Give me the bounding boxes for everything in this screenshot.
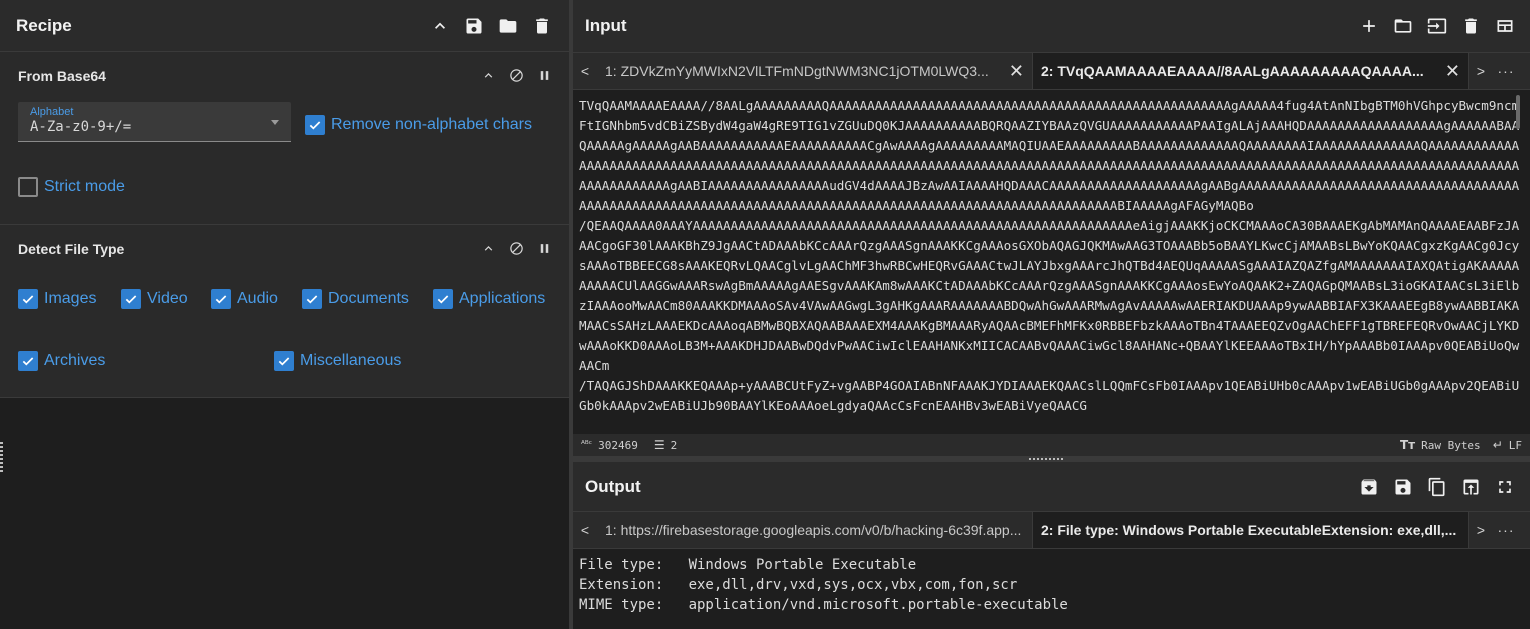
save-icon[interactable] [1392,476,1414,498]
documents-checkbox[interactable]: Documents [302,289,409,309]
archives-checkbox[interactable]: Archives [18,351,105,371]
output-tabs: < 1: https://firebasestorage.googleapis.… [573,511,1530,549]
checkbox-label: Remove non-alphabet chars [331,116,533,133]
close-icon[interactable]: ✕ [1445,61,1460,82]
tab-label: 1: https://firebasestorage.googleapis.co… [605,522,1022,538]
video-checkbox[interactable]: Video [121,289,188,309]
checkbox-checked-icon [433,289,453,309]
checkbox-label: Archives [44,352,106,369]
input-textarea[interactable]: TVqQAAMAAAAEAAAA//8AALgAAAAAAAAAQAAAAAAA… [573,91,1530,434]
fullscreen-icon[interactable] [1494,476,1516,498]
close-icon[interactable]: ✕ [1009,61,1024,82]
save-icon[interactable] [463,15,485,37]
checkbox-label: Strict mode [44,178,125,195]
tab-label: 2: File type: Windows Portable Executabl… [1041,522,1457,538]
applications-checkbox[interactable]: Applications [433,289,545,309]
input-title: Input [585,16,627,35]
checkbox-checked-icon [302,289,322,309]
open-folder-icon[interactable] [1392,15,1414,37]
recipe-header: Recipe [0,0,569,52]
checkbox-unchecked-icon [18,177,38,197]
chevron-down-icon [271,120,279,125]
alphabet-value: A-Za-z0-9+/= [30,119,132,135]
remove-non-alphabet-checkbox[interactable]: Remove non-alphabet chars [305,115,532,135]
output-tab-2[interactable]: 2: File type: Windows Portable Executabl… [1033,512,1469,548]
folder-icon[interactable] [497,15,519,37]
copy-icon[interactable] [1426,476,1448,498]
output-textarea[interactable]: File type: Windows Portable Executable E… [573,550,1530,629]
line-count: 2 [670,438,678,452]
input-status-bar: ᴬᴮᶜ 302469 ☰ 2 Tт Raw Bytes ↵ LF [573,434,1530,456]
input-file-icon[interactable] [1426,15,1448,37]
chevron-left-icon[interactable]: < [573,512,597,548]
recipe-title: Recipe [16,15,72,35]
line-count-icon: ☰ [653,438,665,452]
chevron-up-icon[interactable] [479,67,497,85]
operation-title: From Base64 [18,67,106,84]
eol-icon[interactable]: ↵ [1493,438,1503,452]
resize-grip[interactable] [1029,458,1063,460]
character-count: 302469 [598,438,638,452]
more-icon[interactable]: ··· [1493,53,1519,89]
checkbox-checked-icon [18,351,38,371]
input-tabs: < 1: ZDVkZmYyMWIxN2VlLTFmNDgtNWM3NC1jOTM… [573,52,1530,90]
save-to-file-icon[interactable] [1358,476,1380,498]
checkbox-label: Images [44,290,97,307]
output-title: Output [585,477,641,496]
checkbox-label: Video [147,290,188,307]
tab-label: 1: ZDVkZmYyMWIxN2VlLTFmNDgtNWM3NC1jOTM0L… [605,63,989,79]
pause-icon[interactable] [535,67,553,85]
tab-label: 2: TVqQAAMAAAAEAAAA//8AALgAAAAAAAAAQAAAA… [1041,63,1424,79]
miscellaneous-checkbox[interactable]: Miscellaneous [274,351,401,371]
layout-icon[interactable] [1494,15,1516,37]
audio-checkbox[interactable]: Audio [211,289,278,309]
input-header: Input [573,0,1530,52]
text-encoding-icon[interactable]: Tт [1400,438,1415,452]
operation-title: Detect File Type [18,240,125,257]
checkbox-checked-icon [18,289,38,309]
input-tab-2[interactable]: 2: TVqQAAMAAAAEAAAA//8AALgAAAAAAAAAQAAAA… [1033,53,1469,89]
raw-bytes-label[interactable]: Raw Bytes [1421,439,1481,452]
add-icon[interactable] [1358,15,1380,37]
checkbox-checked-icon [305,115,325,135]
checkbox-checked-icon [211,289,231,309]
more-icon[interactable]: ··· [1493,512,1519,548]
checkbox-label: Miscellaneous [300,352,402,369]
trash-icon[interactable] [1460,15,1482,37]
chevron-left-icon[interactable]: < [573,53,597,89]
input-tab-1[interactable]: 1: ZDVkZmYyMWIxN2VlLTFmNDgtNWM3NC1jOTM0L… [597,53,1033,89]
character-count-icon: ᴬᴮᶜ [581,440,593,450]
chevron-right-icon[interactable]: > [1469,53,1493,89]
trash-icon[interactable] [531,15,553,37]
disable-icon[interactable] [507,240,525,258]
alphabet-select[interactable]: Alphabet A-Za-z0-9+/= [18,102,291,142]
eol-label[interactable]: LF [1509,439,1522,452]
input-scrollbar[interactable] [1516,95,1520,129]
checkbox-label: Documents [328,290,409,307]
images-checkbox[interactable]: Images [18,289,96,309]
output-header: Output [573,462,1530,512]
operation-from-base64: From Base64 Alphabet A-Za-z0-9+/= Remove… [0,52,569,225]
operation-detect-file-type: Detect File Type Images Video Audio Docu… [0,225,569,398]
checkbox-checked-icon [121,289,141,309]
chevron-up-icon[interactable] [429,15,451,37]
checkbox-checked-icon [274,351,294,371]
alphabet-label: Alphabet [30,106,74,118]
output-tab-1[interactable]: 1: https://firebasestorage.googleapis.co… [597,512,1033,548]
checkbox-label: Applications [459,290,546,307]
pause-icon[interactable] [535,240,553,258]
disable-icon[interactable] [507,67,525,85]
checkbox-label: Audio [237,290,278,307]
recipe-pane: Recipe From Base64 Alphabet A-Za-z0-9+/=… [0,0,569,629]
resize-handle[interactable] [0,442,3,472]
chevron-up-icon[interactable] [479,240,497,258]
chevron-right-icon[interactable]: > [1469,512,1493,548]
strict-mode-checkbox[interactable]: Strict mode [18,177,125,197]
replace-input-icon[interactable] [1460,476,1482,498]
